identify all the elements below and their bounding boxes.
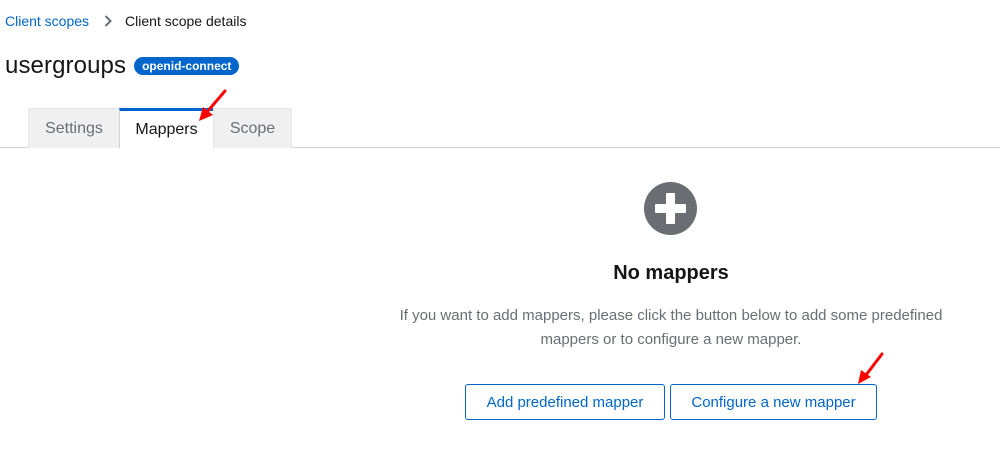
breadcrumb-link-client-scopes[interactable]: Client scopes: [5, 12, 89, 30]
empty-state-body: If you want to add mappers, please click…: [399, 307, 943, 348]
annotation-arrow-icon: [852, 351, 886, 390]
empty-state-title: No mappers: [613, 262, 729, 284]
breadcrumb: Client scopes Client scope details: [5, 12, 246, 30]
add-predefined-mapper-button[interactable]: Add predefined mapper: [465, 384, 665, 420]
tab-bar: Settings Mappers Scope: [0, 108, 1000, 149]
client-scope-details-page: Client scopes Client scope details userg…: [0, 0, 1000, 456]
annotation-arrow-icon: [195, 88, 229, 127]
configure-new-mapper-button[interactable]: Configure a new mapper: [670, 384, 877, 420]
tab-settings[interactable]: Settings: [28, 108, 120, 148]
protocol-badge: openid-connect: [134, 57, 240, 75]
breadcrumb-current: Client scope details: [125, 13, 247, 29]
chevron-right-icon: [99, 15, 117, 27]
page-title: usergroups: [5, 52, 127, 79]
plus-circle-icon: [644, 182, 697, 235]
title-row: usergroups openid-connect: [5, 50, 240, 82]
